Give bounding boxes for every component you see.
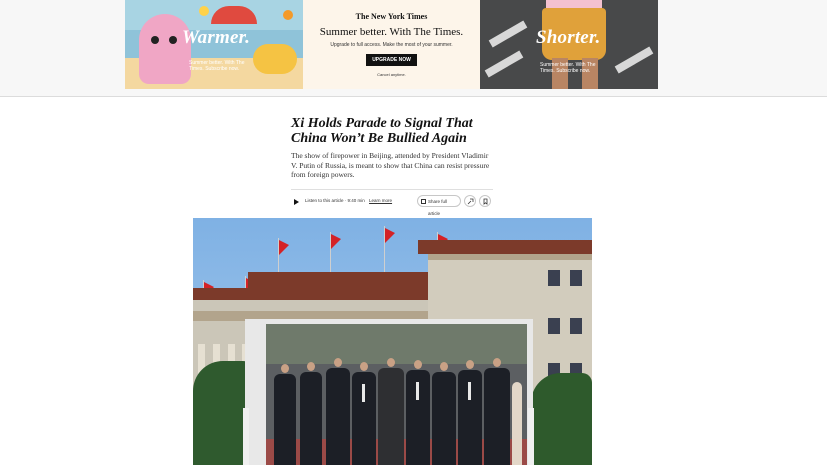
- screen-person-head: [281, 364, 289, 373]
- screen-person: [432, 372, 456, 465]
- screen-person-head: [440, 362, 448, 371]
- screen-person: [484, 368, 510, 465]
- photo-cornice: [428, 254, 592, 260]
- ad-cancel-note: Cancel anytime.: [377, 72, 406, 77]
- nyt-logo: The New York Times: [355, 12, 428, 21]
- article-lead-photo: [193, 218, 592, 465]
- bookmark-icon: [483, 198, 488, 205]
- ad-headline-warmer: Warmer.: [182, 27, 251, 48]
- upgrade-now-button[interactable]: UPGRADE NOW: [366, 54, 417, 66]
- photo-window: [570, 270, 582, 286]
- share-icon: [467, 198, 474, 205]
- flag: [385, 228, 395, 243]
- photo-window: [548, 318, 560, 334]
- photo-screen-stand: [528, 408, 534, 465]
- photo-screen-stand: [243, 408, 249, 465]
- ad-panel-shorter[interactable]: Shorter. Summer better. With The Times. …: [480, 0, 658, 89]
- ad-illustration-dot: [199, 6, 209, 16]
- advertisement-banner[interactable]: Warmer. Summer better. With The Times. S…: [0, 0, 827, 97]
- screen-person: [378, 368, 404, 465]
- photo-trees: [531, 373, 592, 465]
- photo-roof: [418, 240, 592, 254]
- ad-subtitle: Upgrade to full access. Make the most of…: [330, 42, 453, 48]
- screen-person-head: [334, 358, 342, 367]
- screen-person-head: [360, 362, 368, 371]
- share-full-article-label: Share full article: [428, 199, 448, 216]
- ad-illustration-eye: [151, 36, 159, 44]
- article-summary: The show of firepower in Beijing, attend…: [291, 151, 490, 179]
- ad-fine-print: Summer better. With The Times. Subscribe…: [189, 60, 245, 72]
- screen-person-head: [414, 360, 422, 369]
- flag: [331, 234, 341, 249]
- divider: [291, 189, 493, 190]
- ad-illustration-dot: [283, 10, 293, 20]
- screen-person-shirt: [416, 382, 419, 400]
- ad-illustration-eye: [169, 36, 177, 44]
- screen-person-shirt: [362, 384, 365, 402]
- screen-person-shirt: [468, 382, 471, 400]
- share-full-article-button[interactable]: Share full article: [417, 195, 461, 216]
- listen-label[interactable]: Listen to this article · 9:40 min: [305, 198, 365, 203]
- learn-more-link[interactable]: Learn more: [369, 198, 392, 203]
- photo-window: [548, 270, 560, 286]
- flag: [279, 240, 289, 255]
- photo-video-screen: [266, 324, 527, 465]
- screen-person: [326, 368, 350, 465]
- screen-person-head: [307, 362, 315, 371]
- article-header: Xi Holds Parade to Signal That China Won…: [291, 116, 496, 180]
- screen-background: [266, 324, 527, 364]
- ad-panel-subscribe[interactable]: The New York Times Summer better. With T…: [303, 0, 480, 89]
- ad-headline-shorter: Shorter.: [536, 27, 601, 48]
- ad-panel-warmer[interactable]: Warmer. Summer better. With The Times. S…: [125, 0, 303, 89]
- share-button[interactable]: [464, 195, 476, 207]
- save-button[interactable]: [479, 195, 491, 207]
- ad-fine-print: Summer better. With The Times. Subscribe…: [540, 62, 596, 74]
- screen-person-head: [493, 358, 501, 367]
- screen-person: [274, 374, 296, 465]
- screen-person: [300, 372, 322, 465]
- article-toolbar: Listen to this article · 9:40 min Learn …: [291, 195, 493, 216]
- screen-person-head: [387, 358, 395, 367]
- play-icon[interactable]: [294, 199, 299, 205]
- article-headline: Xi Holds Parade to Signal That China Won…: [291, 116, 473, 146]
- screen-person-head: [466, 360, 474, 369]
- listen-to-article[interactable]: Listen to this article · 9:40 min Learn …: [305, 198, 392, 203]
- photo-roof: [248, 272, 433, 290]
- ad-illustration-face: [139, 14, 191, 84]
- ad-title: Summer better. With The Times.: [319, 26, 464, 38]
- gift-icon: [421, 199, 426, 204]
- photo-window: [570, 318, 582, 334]
- ad-illustration-swimmer: [253, 44, 297, 74]
- screen-person: [512, 382, 522, 465]
